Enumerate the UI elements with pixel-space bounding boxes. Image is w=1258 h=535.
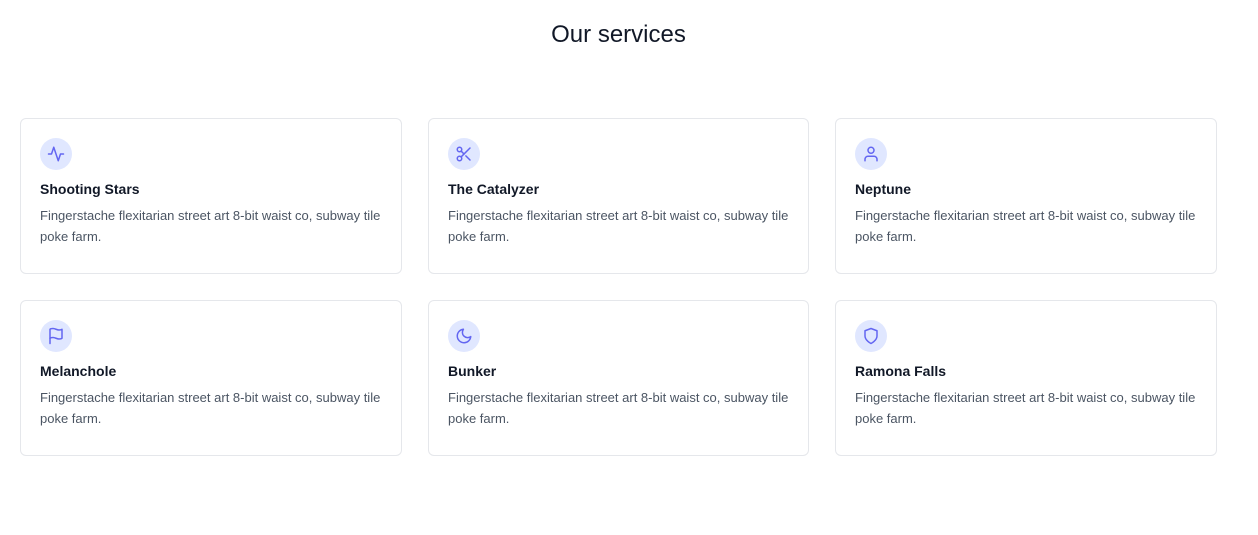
service-card-neptune: Neptune Fingerstache flexitarian street …: [835, 118, 1217, 274]
service-card-title: Bunker: [448, 363, 497, 379]
service-card-title: The Catalyzer: [448, 181, 540, 197]
flag-icon: [40, 320, 72, 352]
service-card-description: Fingerstache flexitarian street art 8-bi…: [855, 390, 1196, 426]
service-card-description: Fingerstache flexitarian street art 8-bi…: [40, 390, 381, 426]
service-card-title: Neptune: [855, 181, 911, 197]
service-card-title: Melanchole: [40, 363, 117, 379]
service-card-ramona-falls: Ramona Falls Fingerstache flexitarian st…: [835, 300, 1217, 456]
service-card-shooting-stars: Shooting Stars Fingerstache flexitarian …: [20, 118, 402, 274]
scissors-icon: [448, 138, 480, 170]
shield-icon: [855, 320, 887, 352]
service-card-the-catalyzer: The Catalyzer Fingerstache flexitarian s…: [428, 118, 809, 274]
service-card-melanchole: Melanchole Fingerstache flexitarian stre…: [20, 300, 402, 456]
service-card-title: Shooting Stars: [40, 181, 140, 197]
moon-icon: [448, 320, 480, 352]
service-card-description: Fingerstache flexitarian street art 8-bi…: [855, 208, 1196, 244]
services-grid: Shooting Stars Fingerstache flexitarian …: [20, 118, 1217, 456]
service-card-description: Fingerstache flexitarian street art 8-bi…: [40, 208, 381, 244]
service-card-description: Fingerstache flexitarian street art 8-bi…: [448, 390, 789, 426]
service-card-description: Fingerstache flexitarian street art 8-bi…: [448, 208, 789, 244]
section-title: Our services: [551, 21, 686, 48]
activity-icon: [40, 138, 72, 170]
user-icon: [855, 138, 887, 170]
service-card-bunker: Bunker Fingerstache flexitarian street a…: [428, 300, 809, 456]
services-section: Our services Shooting Stars Fingerstache…: [0, 0, 1258, 535]
service-card-title: Ramona Falls: [855, 363, 947, 379]
